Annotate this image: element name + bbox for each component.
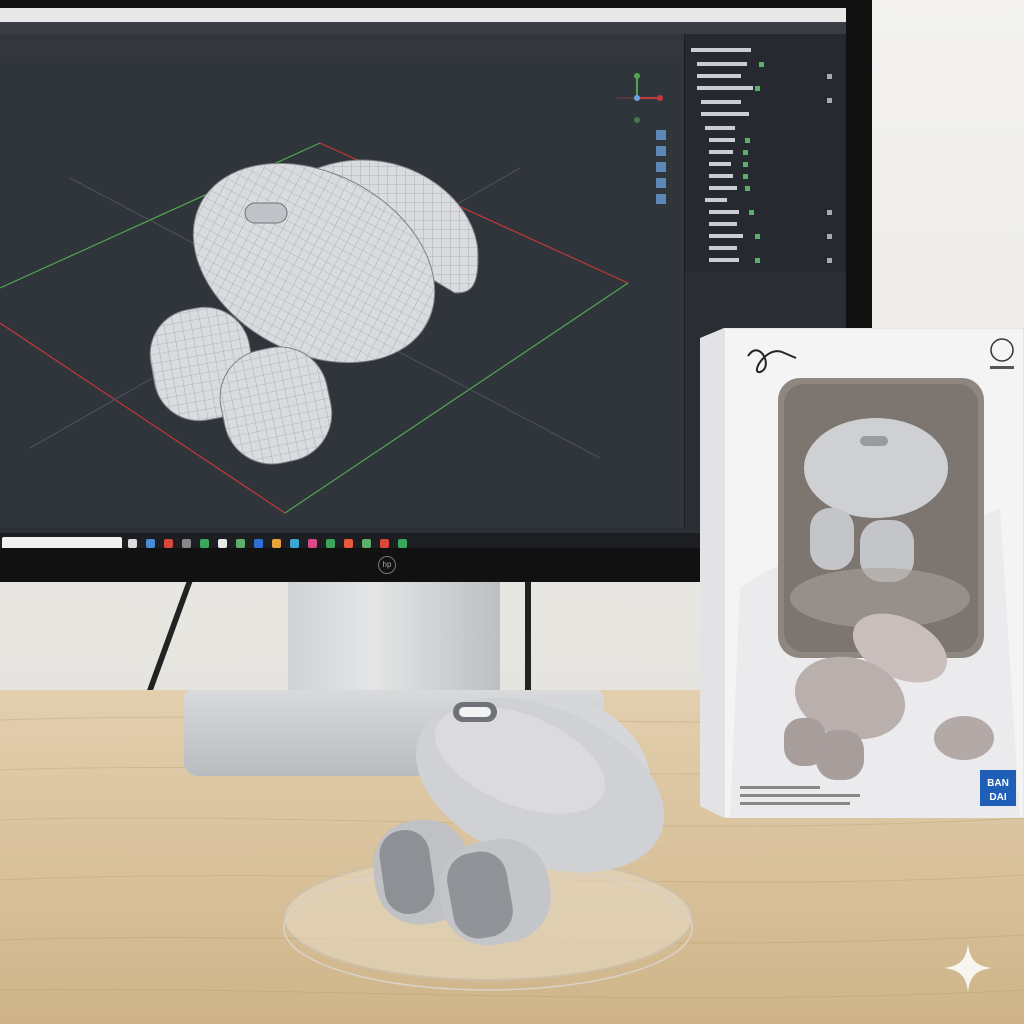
taskbar-app-icon[interactable] — [326, 539, 335, 548]
viewport-canvas — [0, 73, 666, 514]
taskbar-app-icon[interactable] — [182, 539, 191, 548]
app-menu-bar — [0, 22, 846, 34]
app-toolbar — [0, 34, 684, 59]
taskbar-app-icon[interactable] — [344, 539, 353, 548]
box-figure-earbud-left — [810, 508, 854, 570]
outliner-panel[interactable] — [684, 34, 846, 272]
taskbar-app-icon[interactable] — [272, 539, 281, 548]
taskbar-app-icon[interactable] — [362, 539, 371, 548]
taskbar-app-icon[interactable] — [218, 539, 227, 548]
taskbar-app-icon[interactable] — [398, 539, 407, 548]
search-input[interactable] — [2, 537, 122, 548]
taskbar-app-icon[interactable] — [236, 539, 245, 548]
hp-logo-icon: hp — [378, 556, 396, 574]
taskbar-app-icon[interactable] — [290, 539, 299, 548]
sparkle-icon — [944, 944, 992, 992]
retail-box: BAN DAI — [700, 328, 1024, 818]
bandai-logo: BAN DAI — [980, 770, 1016, 806]
3d-viewport[interactable] — [0, 58, 684, 528]
photo-scene: hp BAN DAI — [0, 0, 1024, 1024]
svg-text:BAN: BAN — [987, 778, 1009, 789]
viewport-side-tools[interactable] — [656, 130, 666, 204]
search-icon[interactable] — [146, 539, 155, 548]
taskbar-app-icon[interactable] — [200, 539, 209, 548]
box-figure-case — [804, 418, 948, 518]
app-title-bar — [0, 8, 846, 22]
cable — [525, 582, 531, 690]
axis-gizmo-icon[interactable] — [617, 73, 663, 123]
taskbar-app-icon[interactable] — [254, 539, 263, 548]
task-view-icon[interactable] — [128, 539, 137, 548]
taskbar-app-icon[interactable] — [164, 539, 173, 548]
taskbar-app-icon[interactable] — [380, 539, 389, 548]
figure-on-stand — [283, 697, 693, 991]
taskbar-app-icon[interactable] — [308, 539, 317, 548]
outliner-rows — [691, 48, 832, 263]
wire-case-slot — [244, 202, 288, 224]
svg-text:DAI: DAI — [989, 792, 1006, 803]
